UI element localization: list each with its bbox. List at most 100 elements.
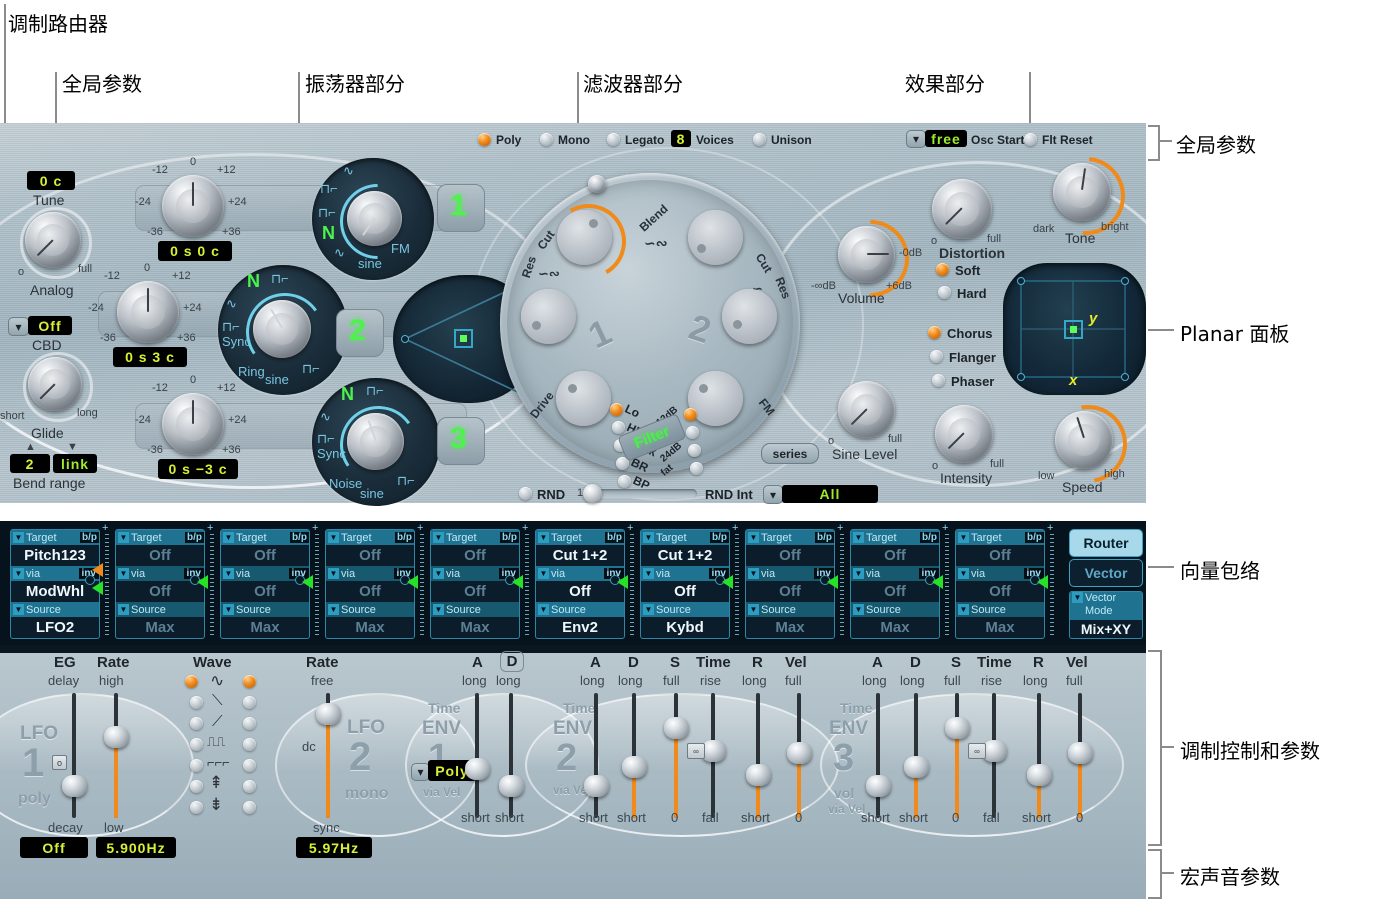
- router-via-value[interactable]: Off: [536, 581, 624, 602]
- env3-r-handle[interactable]: [1027, 764, 1052, 786]
- chevron-down-icon[interactable]: ▼: [538, 568, 549, 579]
- filter1-mode-bp-radio[interactable]: [618, 475, 631, 488]
- filter2-cut-knob[interactable]: [688, 210, 743, 265]
- router-via-value[interactable]: Off: [746, 581, 834, 602]
- env2-time2-link-icon[interactable]: ∞: [687, 743, 705, 759]
- phaser-radio[interactable]: [932, 374, 945, 387]
- chevron-down-icon[interactable]: ▼: [13, 604, 24, 615]
- router-target-value[interactable]: Off: [431, 545, 519, 566]
- chevron-down-icon[interactable]: ▼: [643, 532, 654, 543]
- router-amount-handle[interactable]: [1037, 575, 1048, 589]
- lfo1-rate-handle[interactable]: [104, 726, 129, 748]
- cbd-value[interactable]: Off: [28, 316, 72, 335]
- router-bypass-badge[interactable]: b/p: [290, 532, 309, 543]
- filter2-res-knob[interactable]: [722, 289, 777, 344]
- lfo1-wave-radio-1[interactable]: [190, 696, 203, 709]
- env3-time2-link-icon[interactable]: ∞: [968, 743, 986, 759]
- router-amount-handle[interactable]: [722, 575, 733, 589]
- router-target-value[interactable]: Off: [326, 545, 414, 566]
- vector-mode-selector[interactable]: ▼ Vector Mode Mix+XY: [1069, 591, 1143, 639]
- router-bypass-badge[interactable]: b/p: [1025, 532, 1044, 543]
- chevron-down-icon[interactable]: ▼: [433, 604, 444, 615]
- bend-up-arrow[interactable]: ▲: [25, 441, 36, 453]
- router-source-value[interactable]: Kybd: [641, 617, 729, 638]
- vector-mode-value[interactable]: Mix+XY: [1070, 620, 1142, 638]
- router-target-header[interactable]: ▼ Target b/p: [431, 530, 519, 545]
- env2-r-handle[interactable]: [746, 764, 771, 786]
- router-amount-slider[interactable]: +: [1030, 522, 1058, 635]
- chevron-down-icon[interactable]: ▼: [328, 568, 339, 579]
- rnd-scope-menu-arrow[interactable]: ▾: [763, 485, 783, 504]
- chevron-down-icon[interactable]: ▼: [433, 568, 444, 579]
- env3-s-handle[interactable]: [945, 717, 970, 739]
- router-source-header[interactable]: ▼ Source: [326, 602, 414, 617]
- filter1-res-knob[interactable]: [521, 289, 576, 344]
- router-amount-slider[interactable]: +: [190, 522, 218, 635]
- chevron-down-icon[interactable]: ▼: [13, 532, 24, 543]
- router-bypass-badge[interactable]: b/p: [815, 532, 834, 543]
- router-target-header[interactable]: ▼ Target b/p: [11, 530, 99, 545]
- router-bypass-badge[interactable]: b/p: [395, 532, 414, 543]
- router-source-header[interactable]: ▼ Source: [116, 602, 204, 617]
- osc3-tune-display[interactable]: 0 s −3 c: [158, 459, 238, 479]
- lfo2-wave-radio-6[interactable]: [243, 801, 256, 814]
- filter2-slope-12db-radio[interactable]: [684, 408, 697, 421]
- lfo1-rate-value[interactable]: 5.900Hz: [96, 837, 176, 858]
- filter2-slope-24db-radio[interactable]: [688, 444, 701, 457]
- router-source-header[interactable]: ▼ Source: [536, 602, 624, 617]
- vector-tab-button[interactable]: Vector: [1069, 559, 1143, 587]
- distortion-hard-radio[interactable]: [938, 286, 951, 299]
- osc3-pitch-knob[interactable]: [162, 393, 224, 455]
- lfo1-eg-handle[interactable]: [62, 775, 87, 797]
- router-source-value[interactable]: LFO2: [11, 617, 99, 638]
- flanger-radio[interactable]: [930, 350, 943, 363]
- tune-value[interactable]: 0 c: [27, 171, 75, 190]
- chevron-down-icon[interactable]: ▼: [118, 604, 129, 615]
- distortion-knob[interactable]: [932, 179, 992, 239]
- router-target-header[interactable]: ▼ Target b/p: [851, 530, 939, 545]
- router-target-header[interactable]: ▼ Target b/p: [221, 530, 309, 545]
- chevron-down-icon[interactable]: ▼: [853, 532, 864, 543]
- chorus-radio[interactable]: [928, 326, 941, 339]
- chevron-down-icon[interactable]: ▼: [748, 532, 759, 543]
- router-amount-slider[interactable]: +: [85, 522, 113, 635]
- router-source-header[interactable]: ▼ Source: [641, 602, 729, 617]
- lfo2-wave-radio-1[interactable]: [243, 696, 256, 709]
- router-via-value[interactable]: Off: [851, 581, 939, 602]
- router-source-value[interactable]: Max: [746, 617, 834, 638]
- lfo1-wave-radio-3[interactable]: [190, 738, 203, 751]
- router-bypass-badge[interactable]: b/p: [605, 532, 624, 543]
- chevron-down-icon[interactable]: ▼: [433, 532, 444, 543]
- router-via-value[interactable]: Off: [956, 581, 1044, 602]
- chevron-down-icon[interactable]: ▼: [13, 568, 24, 579]
- router-source-header[interactable]: ▼ Source: [851, 602, 939, 617]
- router-source-header[interactable]: ▼ Source: [746, 602, 834, 617]
- lfo1-wave-radio-4[interactable]: [190, 759, 203, 772]
- router-source-value[interactable]: Max: [326, 617, 414, 638]
- router-source-value[interactable]: Max: [221, 617, 309, 638]
- unison-radio[interactable]: [753, 133, 766, 146]
- router-target-value[interactable]: Cut 1+2: [536, 545, 624, 566]
- lfo1-eg-value[interactable]: Off: [20, 837, 88, 858]
- chevron-down-icon[interactable]: ▼: [853, 604, 864, 615]
- router-bypass-badge[interactable]: b/p: [185, 532, 204, 543]
- chevron-down-icon[interactable]: ▼: [223, 532, 234, 543]
- chevron-down-icon[interactable]: ▼: [118, 532, 129, 543]
- router-bypass-badge[interactable]: b/p: [500, 532, 519, 543]
- osc1-tune-display[interactable]: 0 s 0 c: [158, 241, 232, 261]
- router-amount-handle[interactable]: [197, 575, 208, 589]
- router-target-value[interactable]: Off: [956, 545, 1044, 566]
- router-target-value[interactable]: Pitch123: [11, 545, 99, 566]
- router-amount-handle[interactable]: [827, 575, 838, 589]
- rnd-radio[interactable]: [519, 487, 532, 500]
- env2-s-handle[interactable]: [664, 717, 689, 739]
- router-target-header[interactable]: ▼ Target b/p: [536, 530, 624, 545]
- router-via-value[interactable]: Off: [431, 581, 519, 602]
- osc-start-value[interactable]: free: [925, 130, 967, 147]
- router-via-value[interactable]: Off: [326, 581, 414, 602]
- router-tab-button[interactable]: Router: [1069, 529, 1143, 557]
- chevron-down-icon[interactable]: ▼: [328, 604, 339, 615]
- router-source-value[interactable]: Env2: [536, 617, 624, 638]
- env2-a-handle[interactable]: [584, 775, 609, 797]
- router-amount-handle[interactable]: [407, 575, 418, 589]
